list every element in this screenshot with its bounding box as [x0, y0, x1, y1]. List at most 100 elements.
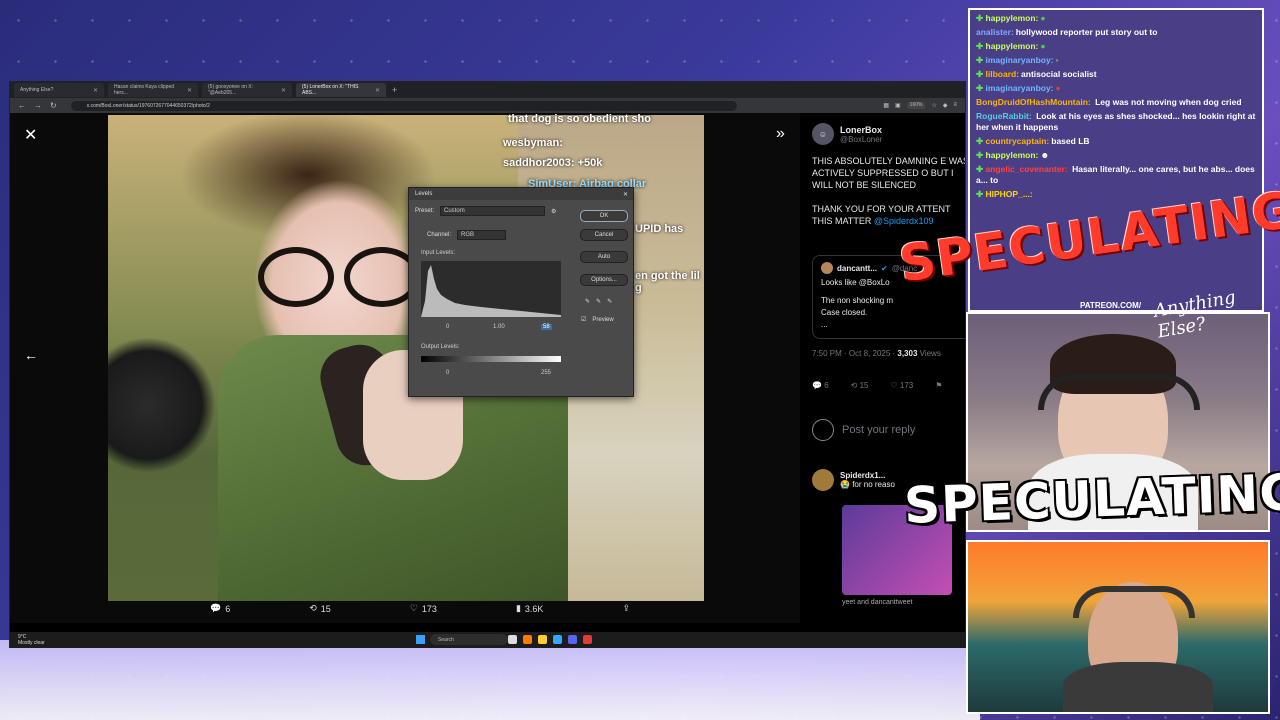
task-view-icon[interactable] [508, 635, 517, 644]
auto-button[interactable]: Auto [580, 251, 628, 263]
photoshop-icon[interactable] [553, 635, 562, 644]
channel-select[interactable]: RGB [457, 230, 507, 240]
bookmark-star-icon[interactable]: ☆ [931, 102, 936, 109]
tab-anything-else[interactable]: Anything Else? ✕ [14, 83, 104, 97]
cancel-button[interactable]: Cancel [580, 229, 628, 241]
close-icon[interactable]: ✕ [623, 191, 628, 198]
chat-username[interactable]: HIPHOP_...: [986, 189, 1033, 199]
views-stat[interactable]: ▮ 3.6K [516, 603, 543, 614]
extensions-icon[interactable]: ◆ [943, 102, 948, 109]
arrow-left-icon[interactable]: ← [24, 347, 38, 363]
input-black-value[interactable]: 0 [446, 324, 449, 330]
like-stat[interactable]: ♡ 173 [410, 603, 437, 614]
background-clouds [0, 640, 980, 720]
tab-hasan[interactable]: Hasan claims Kaya clipped hers... ✕ [108, 83, 198, 97]
reply-composer[interactable]: Post your reply [812, 419, 915, 441]
menu-icon[interactable]: ≡ [953, 102, 957, 109]
avatar[interactable]: ☺ [812, 123, 834, 145]
preset-select[interactable]: Custom [440, 206, 546, 216]
zoom-level[interactable]: 160% [906, 102, 926, 109]
chat-username[interactable]: BongDruidOfHashMountain: [976, 97, 1091, 107]
verified-icon: ✔ [881, 263, 888, 273]
folder-icon[interactable] [538, 635, 547, 644]
tweet-author[interactable]: ☺ LonerBox @BoxLoner [812, 123, 882, 145]
forward-arrow-icon[interactable]: → [34, 101, 42, 110]
levels-dialog: Levels ✕ Preset: Custom ⚙ Channel: RGB I… [408, 187, 634, 397]
chat-username[interactable]: happylemon: [986, 41, 1039, 51]
preview-checkbox[interactable]: ☑ [581, 316, 586, 323]
screenshot-icon[interactable]: ▣ [895, 102, 901, 109]
gray-eyedropper-icon[interactable]: ✎ [596, 298, 601, 305]
tab-close-icon[interactable]: ✕ [281, 87, 286, 94]
photo-viewer: that dog is so obedient sho wesbyman: sa… [10, 113, 800, 623]
ok-button[interactable]: OK [580, 210, 628, 222]
levels-title: Levels [415, 191, 433, 197]
emote-icon: ☻ [1040, 150, 1050, 160]
reply-tweet[interactable]: Spiderdx1... 😭 for no reaso [812, 469, 895, 491]
histogram[interactable] [421, 261, 561, 317]
chevron-double-right-icon[interactable]: » [776, 125, 785, 143]
reader-icon[interactable]: ▦ [883, 102, 889, 109]
tab-goosyonee[interactable]: (5) goosyonee on X: "@Aeb205... ✕ [202, 83, 292, 97]
chat-username[interactable]: imaginaryanboy: [986, 55, 1054, 65]
headphones-icon [1073, 586, 1195, 618]
reply-stat[interactable]: 💬 6 [210, 603, 230, 614]
output-black-value[interactable]: 0 [446, 370, 449, 376]
chat-username[interactable]: analister: [976, 27, 1014, 37]
tab-close-icon[interactable]: ✕ [375, 87, 380, 94]
chat-username[interactable]: RogueRabbit: [976, 111, 1032, 121]
tab-lonerbox[interactable]: (5) LonerBox on X: "THIS ABS... ✕ [296, 83, 386, 97]
output-white-value[interactable]: 255 [541, 370, 551, 376]
repost-stat[interactable]: ⟲ 15 [309, 603, 331, 614]
reply-count: 6 [225, 603, 231, 614]
discord-icon[interactable] [568, 635, 577, 644]
reply-count: 6 [824, 381, 829, 390]
options-button[interactable]: Options... [580, 274, 628, 286]
taskbar-search[interactable]: Search [430, 634, 508, 645]
mention-link[interactable]: @Spiderdx109 [874, 216, 934, 226]
obs-icon[interactable] [583, 635, 592, 644]
chat-username[interactable]: lilboard: [986, 69, 1020, 79]
new-tab-icon[interactable]: + [392, 85, 397, 95]
tab-label: (5) LonerBox on X: "THIS ABS... [302, 84, 359, 96]
bar-chart-icon: ▮ [515, 603, 521, 613]
input-gamma-value[interactable]: 1.00 [493, 324, 505, 330]
like-button[interactable]: ♡ 173 [890, 381, 913, 390]
chat-message: ✚ happylemon: ● [976, 13, 1256, 24]
tab-close-icon[interactable]: ✕ [93, 87, 98, 94]
tweet-side-panel: ☺ LonerBox @BoxLoner THIS ABSOLUTELY DAM… [800, 113, 965, 623]
levels-title-bar[interactable]: Levels ✕ [409, 188, 633, 200]
share-stat[interactable]: ⇪ [622, 603, 630, 614]
chat-username[interactable]: happylemon: [986, 13, 1039, 23]
close-icon[interactable]: ✕ [24, 125, 37, 145]
chat-username[interactable]: happylemon: [986, 150, 1039, 160]
quote-author: dancantt... [837, 263, 878, 273]
chat-username[interactable]: angelic_covenanter: [986, 164, 1068, 174]
repost-count: 15 [320, 603, 331, 614]
reload-icon[interactable]: ↻ [50, 101, 57, 110]
bookmark-icon[interactable]: ⚑ [935, 381, 942, 390]
gear-icon[interactable]: ⚙ [551, 208, 556, 215]
firefox-icon[interactable] [523, 635, 532, 644]
crying-emoji-icon: 😭 [840, 480, 850, 489]
tweet-time[interactable]: 7:50 PM · Oct 8, 2025 · [812, 349, 897, 358]
tab-close-icon[interactable]: ✕ [187, 87, 192, 94]
chat-username[interactable]: countrycaptain: [986, 136, 1050, 146]
output-gradient-slider[interactable] [421, 356, 561, 362]
windows-taskbar: 9°C Mostly clear Search [10, 632, 965, 648]
repost-button[interactable]: ⟲ 15 [851, 381, 869, 390]
reply-button[interactable]: 💬 6 [812, 381, 829, 390]
tweet-views-label: Views [917, 349, 941, 358]
reply-placeholder[interactable]: Post your reply [842, 424, 915, 436]
tab-bar: Anything Else? ✕ Hasan claims Kaya clipp… [10, 82, 965, 98]
tweet-text-body: THIS ABSOLUTELY DAMNING E WAS ACTIVELY S… [812, 156, 965, 190]
chat-username[interactable]: imaginaryanboy: [986, 83, 1054, 93]
weather-widget[interactable]: 9°C Mostly clear [18, 634, 45, 646]
input-white-value[interactable]: 58 [541, 324, 552, 330]
url-field[interactable]: x.com/BoxLoner/status/197607267704465037… [70, 100, 737, 111]
back-arrow-icon[interactable]: ← [18, 101, 26, 110]
black-eyedropper-icon[interactable]: ✎ [585, 298, 590, 305]
white-eyedropper-icon[interactable]: ✎ [607, 298, 612, 305]
windows-start-icon[interactable] [416, 635, 425, 644]
photo-overlay-text: en got the lil g [635, 270, 700, 294]
